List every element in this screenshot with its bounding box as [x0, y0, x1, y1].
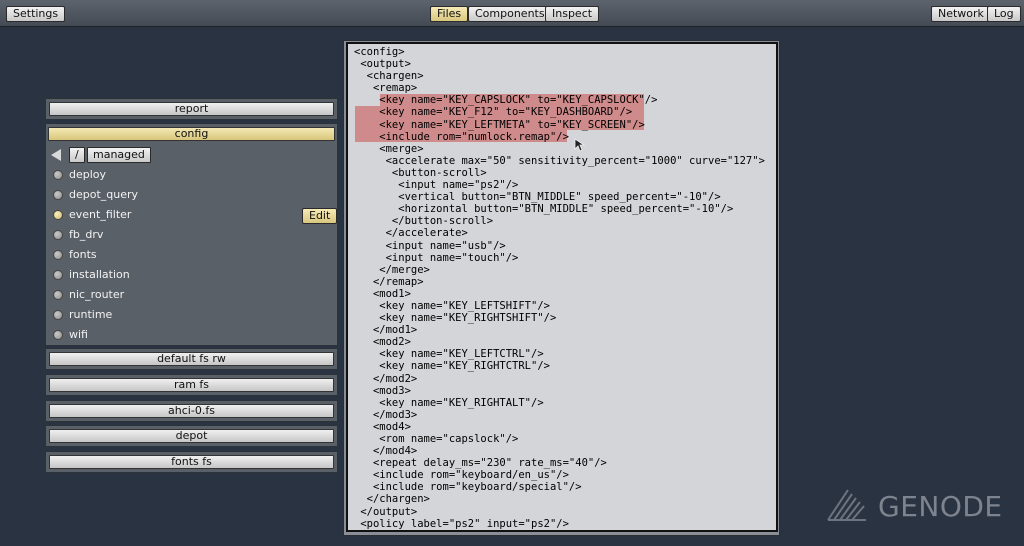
list-item-label: depot_query [69, 188, 139, 201]
code-line: <accelerate max="50" sensitivity_percent… [354, 154, 765, 167]
fs-button[interactable]: default fs rw [49, 352, 334, 366]
code-line: <chargen> [354, 70, 424, 83]
status-dot-icon [53, 270, 63, 280]
log-button[interactable]: Log [987, 6, 1021, 22]
list-item-label: event_filter [69, 208, 132, 221]
fs-button[interactable]: ahci-0.fs [49, 404, 334, 418]
code-line: </accelerate> [354, 227, 468, 240]
code-line: <output> [354, 58, 411, 71]
code-line: <key name="KEY_LEFTMETA" to="KEY_SCREEN"… [354, 118, 645, 131]
code-line: <key name="KEY_CAPSLOCK" to="KEY_CAPSLOC… [354, 94, 658, 107]
code-line: </output> [354, 505, 418, 518]
code-line: <mod3> [354, 384, 411, 397]
list-item-label: fonts [69, 248, 97, 261]
status-dot-icon [53, 170, 63, 180]
code-line: <config> [354, 46, 405, 58]
code-line: <include rom="numlock.remap"/> [354, 130, 569, 143]
mouse-pointer-icon [574, 138, 586, 152]
tab-inspect[interactable]: Inspect [545, 6, 600, 22]
status-dot-icon [53, 210, 63, 220]
list-item-label: wifi [69, 328, 88, 341]
code-line: <policy label="ps2" input="ps2"/> [354, 517, 569, 530]
fs-bar: ahci-0.fs [45, 400, 338, 422]
code-line: </mod1> [354, 324, 418, 337]
code-line: </mod3> [354, 408, 418, 421]
settings-button[interactable]: Settings [6, 6, 66, 22]
list-item-label: nic_router [69, 288, 125, 301]
code-line: <key name="KEY_F12" to="KEY_DASHBOARD"/> [354, 106, 633, 119]
report-button[interactable]: report [49, 102, 334, 116]
status-dot-icon [53, 190, 63, 200]
code-line: </remap> [354, 275, 424, 288]
code-line: </chargen> [354, 493, 430, 506]
fs-button[interactable]: depot [49, 429, 334, 443]
list-item-label: fb_drv [69, 228, 104, 241]
code-line: </mod4> [354, 445, 418, 458]
fs-button[interactable]: ram fs [49, 378, 334, 392]
config-bar: config [45, 124, 338, 146]
code-line: <key name="KEY_RIGHTSHIFT"/> [354, 312, 557, 325]
code-line: <input name="usb"/> [354, 239, 506, 252]
code-line: <key name="KEY_LEFTCTRL"/> [354, 348, 544, 361]
back-arrow-icon[interactable] [51, 149, 61, 161]
code-line: </merge> [354, 263, 430, 276]
edit-button[interactable]: Edit [302, 208, 338, 224]
code-line: <merge> [354, 142, 424, 155]
code-line: <mod2> [354, 336, 411, 349]
fs-bar: ram fs [45, 374, 338, 396]
status-dot-icon [53, 290, 63, 300]
code-line: <input name="ps2"/> [354, 179, 519, 192]
code-line: <input name="touch"/> [354, 251, 519, 264]
genode-logo-icon [827, 489, 866, 521]
list-item-label: deploy [69, 168, 107, 181]
code-line: <horizontal button="BTN_MIDDLE" speed_pe… [354, 203, 734, 216]
genode-logo: GENODE [826, 486, 1002, 526]
report-bar: report [45, 98, 338, 120]
fs-button[interactable]: fonts fs [49, 455, 334, 469]
tab-components[interactable]: Components [468, 6, 552, 22]
list-item-label: installation [69, 268, 130, 281]
network-button[interactable]: Network [931, 6, 991, 22]
breadcrumb-root[interactable]: / [69, 147, 85, 163]
list-item-label: runtime [69, 308, 113, 321]
code-line: <remap> [354, 82, 418, 95]
code-line: <key name="KEY_LEFTSHIFT"/> [354, 299, 550, 312]
code-line: <repeat delay_ms="230" rate_ms="40"/> [354, 457, 607, 470]
status-dot-icon [53, 330, 63, 340]
code-line: <mod1> [354, 287, 411, 300]
breadcrumb-managed[interactable]: managed [87, 147, 151, 163]
text-editor[interactable]: <config> <output> <chargen> <remap> <key… [346, 42, 778, 532]
code-line: </button-scroll> [354, 215, 494, 228]
status-dot-icon [53, 230, 63, 240]
code-line: <mod4> [354, 420, 411, 433]
code-line: <button-scroll> [354, 166, 487, 179]
fs-bar: default fs rw [45, 348, 338, 370]
code-content: <config> <output> <chargen> <remap> <key… [354, 46, 765, 530]
code-line: <include rom="keyboard/special"/> [354, 481, 582, 494]
code-line: <rom name="capslock"/> [354, 433, 519, 445]
code-line: <include rom="keyboard/en_us"/> [354, 469, 569, 482]
code-line: </mod2> [354, 372, 418, 385]
code-line: <key name="KEY_RIGHTALT"/> [354, 396, 544, 409]
fs-bar: fonts fs [45, 451, 338, 473]
top-bar: Settings Files Components Inspect Networ… [0, 0, 1024, 27]
tab-files[interactable]: Files [430, 6, 469, 22]
status-dot-icon [53, 250, 63, 260]
status-dot-icon [53, 310, 63, 320]
fs-bar: depot [45, 425, 338, 447]
config-button[interactable]: config [48, 127, 335, 141]
code-line: <vertical button="BTN_MIDDLE" speed_perc… [354, 191, 721, 204]
genode-logo-text: GENODE [878, 490, 1003, 523]
code-line: <key name="KEY_RIGHTCTRL"/> [354, 360, 550, 373]
